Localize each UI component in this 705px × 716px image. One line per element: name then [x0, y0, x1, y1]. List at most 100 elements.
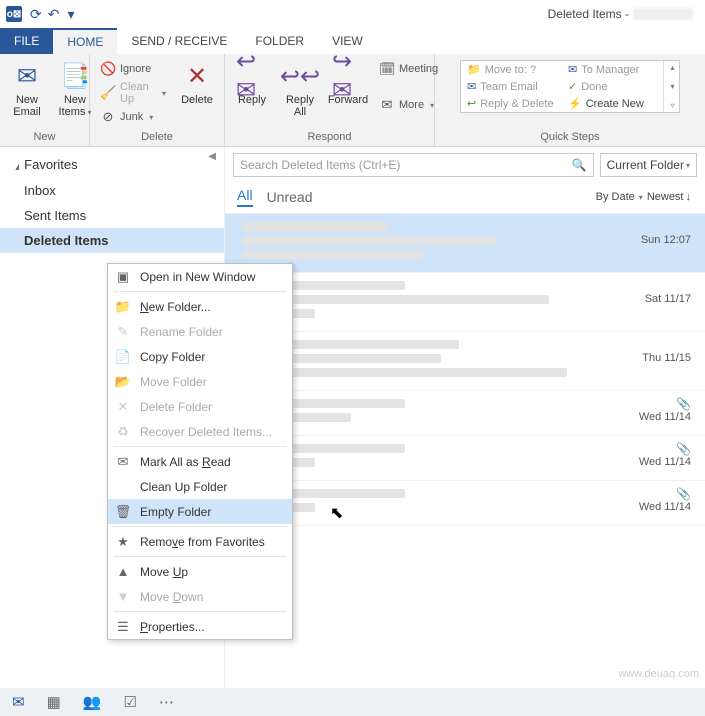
qat-undo-icon[interactable]: ↶ [48, 6, 60, 23]
ctx-remove-favorites[interactable]: ★Remove from Favorites [108, 529, 292, 554]
ctx-move-up[interactable]: ▲Move Up [108, 559, 292, 584]
qs-team-email[interactable]: ✉Team Email [461, 78, 562, 95]
qs-up-icon[interactable]: ▴ [670, 63, 674, 72]
account-name-blurred [633, 8, 693, 20]
ctx-copy-folder[interactable]: 📄Copy Folder [108, 344, 292, 369]
ctx-move-folder: 📂Move Folder [108, 369, 292, 394]
favorites-header[interactable]: Favorites [0, 151, 224, 178]
forward-button[interactable]: ↪✉ Forward [327, 58, 369, 108]
reply-all-button[interactable]: ↩↩ Reply All [279, 58, 321, 120]
more-icon: ✉ [379, 97, 395, 113]
attachment-icon: 📎 [676, 442, 691, 456]
group-label-new: New [6, 129, 83, 146]
delete-icon: ✕ [114, 399, 132, 415]
down-icon: ▼ [114, 589, 132, 604]
message-date: Thu 11/15 [611, 340, 691, 382]
nav-mail-icon[interactable]: ✉ [12, 693, 25, 711]
attachment-icon: 📎 [676, 487, 691, 501]
filter-all[interactable]: All [237, 187, 253, 207]
meeting-icon: 🗓 [379, 61, 395, 77]
title-bar: o⊠ ⟳ ↶ ▾ Deleted Items - [0, 0, 705, 28]
new-email-button[interactable]: ✉ New Email [6, 58, 48, 120]
check-icon: ✓ [568, 80, 577, 93]
tab-send-receive[interactable]: SEND / RECEIVE [117, 28, 241, 54]
nav-inbox[interactable]: Inbox [0, 178, 224, 203]
nav-people-icon[interactable]: 👥 [83, 693, 102, 711]
nav-tasks-icon[interactable]: ☑ [123, 693, 136, 711]
message-list-pane: Search Deleted Items (Ctrl+E) 🔍 Current … [225, 147, 705, 688]
sort-by-date[interactable]: By Date▾ [596, 191, 643, 203]
favorite-icon: ★ [114, 534, 132, 550]
qs-done[interactable]: ✓Done [562, 78, 663, 95]
ctx-open-new-window[interactable]: ▣Open in New Window [108, 264, 292, 289]
message-row[interactable]: Sun 12:07 [225, 214, 705, 273]
reply-all-icon: ↩↩ [284, 60, 316, 92]
broom-icon: 🧹 [100, 85, 116, 101]
copy-icon: 📄 [114, 349, 132, 365]
envelope-icon: ✉ [11, 60, 43, 92]
ctx-empty-folder[interactable]: 🗑Empty Folder [108, 499, 292, 524]
sort-newest[interactable]: Newest↓ [647, 191, 691, 203]
message-date: Sun 12:07 [611, 222, 691, 264]
qat-customize-icon[interactable]: ▾ [67, 6, 74, 23]
more-respond-button[interactable]: ✉More▾ [375, 96, 442, 114]
message-date: Sat 11/17 [611, 281, 691, 323]
nav-more-icon[interactable]: ⋯ [159, 693, 174, 711]
reply-button[interactable]: ↩✉ Reply [231, 58, 273, 108]
up-icon: ▲ [114, 564, 132, 579]
ctx-properties[interactable]: ☰Properties... [108, 614, 292, 639]
qs-expand-icon[interactable]: ▿ [670, 101, 674, 110]
qs-create-new[interactable]: ⚡Create New [562, 95, 663, 112]
message-row[interactable]: 📎 Wed 11/14 [225, 481, 705, 526]
delete-button[interactable]: ✕ Delete [176, 58, 218, 108]
folder-icon: 📁 [114, 299, 132, 315]
ctx-new-folder[interactable]: 📁New Folder... [108, 294, 292, 319]
group-label-quick-steps: Quick Steps [441, 129, 699, 146]
ignore-button[interactable]: 🚫Ignore [96, 60, 170, 78]
delete-x-icon: ✕ [181, 60, 213, 92]
qs-move-to[interactable]: 📁Move to: ? [461, 61, 562, 78]
folder-icon: 📁 [467, 63, 481, 76]
qat-send-receive-icon[interactable]: ⟳ [30, 6, 42, 23]
message-row[interactable]: Sat 11/17 [225, 273, 705, 332]
window-title: Deleted Items - [548, 7, 629, 21]
navigation-bar: ✉ ▦ 👥 ☑ ⋯ [0, 688, 705, 716]
tab-file[interactable]: FILE [0, 28, 53, 54]
nav-deleted-items[interactable]: Deleted Items [0, 228, 224, 253]
reply-delete-icon: ↩ [467, 97, 476, 110]
ignore-icon: 🚫 [100, 61, 116, 77]
message-row[interactable]: 📎 Wed 11/14 [225, 391, 705, 436]
qs-reply-delete[interactable]: ↩Reply & Delete [461, 95, 562, 112]
window-icon: ▣ [114, 269, 132, 285]
properties-icon: ☰ [114, 619, 132, 635]
group-label-respond: Respond [231, 129, 428, 146]
clean-up-button[interactable]: 🧹Clean Up▾ [96, 80, 170, 106]
search-icon[interactable]: 🔍 [572, 158, 587, 172]
move-icon: 📂 [114, 374, 132, 390]
envelope-icon: ✉ [568, 63, 577, 76]
meeting-button[interactable]: 🗓Meeting [375, 60, 442, 78]
forward-icon: ↪✉ [332, 60, 364, 92]
junk-button[interactable]: ⊘Junk▾ [96, 108, 170, 126]
ctx-mark-all-read[interactable]: ✉Mark All as Read [108, 449, 292, 474]
message-row[interactable]: Thu 11/15 [225, 332, 705, 391]
watermark: www.deuaq.com [618, 668, 699, 680]
rename-icon: ✎ [114, 324, 132, 340]
ctx-clean-up-folder[interactable]: Clean Up Folder [108, 474, 292, 499]
search-scope[interactable]: Current Folder▾ [600, 153, 697, 177]
nav-calendar-icon[interactable]: ▦ [47, 693, 61, 711]
message-row[interactable]: 📎 Wed 11/14 [225, 436, 705, 481]
ribbon: ✉ New Email 📑 New Items▾ New 🚫Ignore 🧹Cl… [0, 54, 705, 147]
new-items-icon: 📑 [59, 60, 91, 92]
search-box[interactable]: Search Deleted Items (Ctrl+E) 🔍 [233, 153, 594, 177]
ctx-move-down: ▼Move Down [108, 584, 292, 609]
mark-read-icon: ✉ [114, 454, 132, 470]
nav-sent-items[interactable]: Sent Items [0, 203, 224, 228]
qs-to-manager[interactable]: ✉To Manager [562, 61, 663, 78]
tab-home[interactable]: HOME [53, 28, 117, 54]
envelope-icon: ✉ [467, 80, 476, 93]
filter-unread[interactable]: Unread [267, 189, 313, 205]
collapse-pane-icon[interactable]: ◀ [208, 151, 216, 162]
qs-down-icon[interactable]: ▾ [670, 82, 674, 91]
reply-icon: ↩✉ [236, 60, 268, 92]
